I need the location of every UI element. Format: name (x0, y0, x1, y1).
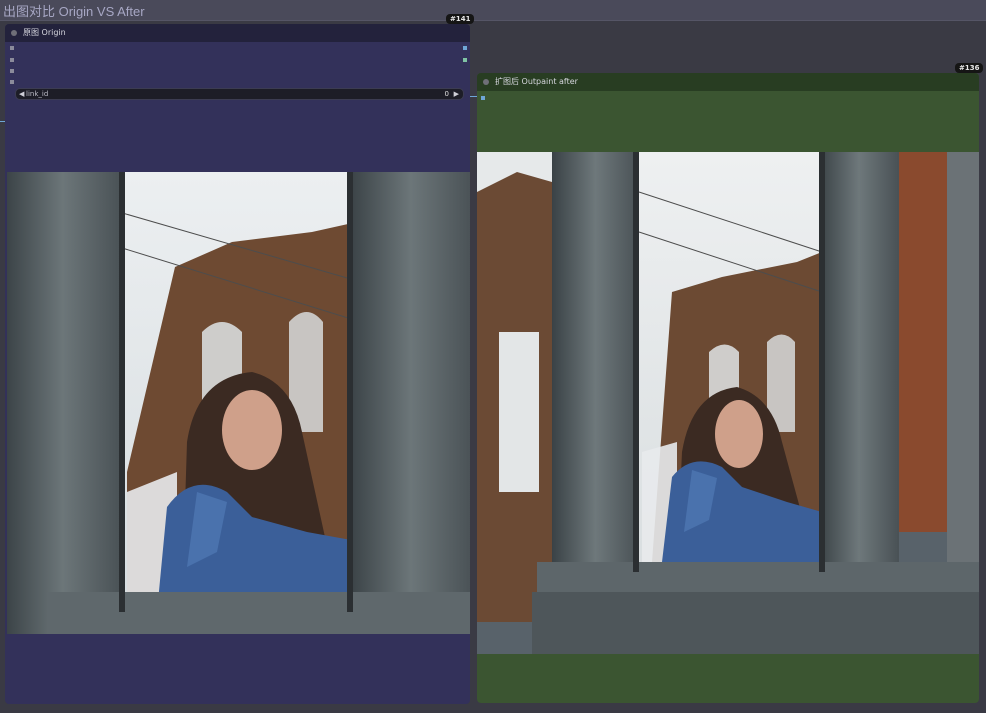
node-origin-badge: #141 (446, 14, 475, 24)
origin-image (7, 172, 470, 634)
collapse-dot-icon[interactable] (11, 30, 17, 36)
collapse-dot-icon[interactable] (483, 79, 489, 85)
node-after-badge: #136 (955, 63, 984, 73)
after-image (477, 152, 979, 654)
node-origin[interactable]: 原图 Origin ◀ link_id 0 ▶ #141 (5, 14, 475, 704)
link-id-label: link_id (26, 90, 49, 98)
decrement-arrow-icon[interactable]: ◀ (19, 89, 24, 99)
node-origin-header[interactable]: 原图 Origin (5, 24, 470, 42)
node-after[interactable]: 扩图后 Outpaint after #136 (477, 63, 984, 703)
input-port-images[interactable] (481, 96, 485, 100)
link-id-widget[interactable]: ◀ link_id 0 ▶ (15, 88, 464, 100)
input-port-1[interactable] (10, 46, 14, 50)
node-after-header[interactable]: 扩图后 Outpaint after (477, 73, 979, 91)
input-port-4[interactable] (10, 80, 14, 84)
group-title: 出图对比 Origin VS After (3, 4, 145, 19)
output-port-image[interactable] (463, 46, 467, 50)
link-id-value[interactable]: 0 (445, 89, 449, 99)
increment-arrow-icon[interactable]: ▶ (454, 89, 459, 99)
group-title-bar[interactable]: 出图对比 Origin VS After (0, 0, 986, 21)
output-port-mask[interactable] (463, 58, 467, 62)
node-origin-title: 原图 Origin (23, 28, 66, 37)
input-port-3[interactable] (10, 69, 14, 73)
input-port-2[interactable] (10, 58, 14, 62)
node-after-title: 扩图后 Outpaint after (495, 77, 578, 86)
